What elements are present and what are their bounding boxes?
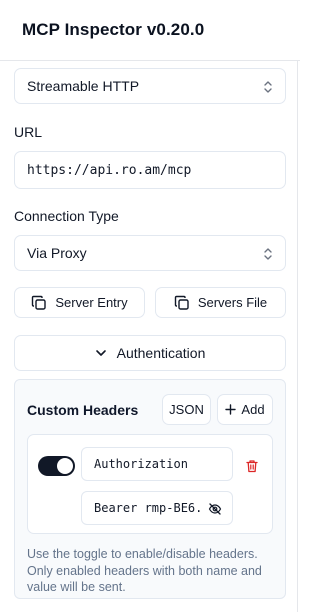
header-value-text: Bearer rmp-BE6. [94, 501, 203, 515]
transport-type-select[interactable]: Streamable HTTP [14, 68, 286, 104]
copy-icon [174, 295, 189, 310]
chevrons-up-down-icon [264, 248, 272, 260]
custom-headers-title: Custom Headers [27, 402, 139, 418]
sidebar-border [297, 61, 298, 612]
header-enabled-toggle[interactable] [38, 456, 75, 476]
add-label: Add [241, 402, 265, 417]
url-value: https://api.ro.am/mcp [27, 162, 192, 178]
copy-icon [32, 295, 47, 310]
header-name-value: Authorization [94, 457, 188, 471]
custom-headers-panel: Custom Headers JSON Add Authorization Be… [14, 379, 286, 599]
eye-off-icon[interactable] [208, 502, 222, 516]
servers-file-label: Servers File [197, 295, 268, 310]
add-header-button[interactable]: Add [217, 394, 273, 425]
trash-icon[interactable] [245, 459, 259, 473]
connection-type-select[interactable]: Via Proxy [14, 235, 286, 271]
transport-type-value: Streamable HTTP [27, 78, 140, 94]
chevron-down-icon [95, 350, 106, 356]
header-name-input[interactable]: Authorization [81, 447, 233, 481]
chevrons-up-down-icon [264, 81, 272, 93]
header-value-input[interactable]: Bearer rmp-BE6. [81, 491, 233, 525]
url-label: URL [14, 124, 43, 140]
json-button[interactable]: JSON [162, 394, 211, 425]
connection-type-value: Via Proxy [27, 245, 87, 261]
url-input[interactable]: https://api.ro.am/mcp [14, 151, 286, 189]
servers-file-button[interactable]: Servers File [155, 287, 286, 318]
json-label: JSON [169, 402, 204, 417]
server-entry-label: Server Entry [55, 295, 128, 310]
plus-icon [225, 404, 237, 415]
header-divider [0, 60, 300, 61]
header-row: Authorization Bearer rmp-BE6. [27, 434, 273, 534]
toggle-knob [57, 458, 73, 474]
app-title: MCP Inspector v0.20.0 [22, 20, 205, 39]
authentication-toggle-button[interactable]: Authentication [14, 335, 286, 371]
custom-headers-help-text: Use the toggle to enable/disable headers… [27, 547, 262, 594]
server-entry-button[interactable]: Server Entry [14, 287, 145, 318]
authentication-label: Authentication [116, 345, 206, 361]
connection-type-label: Connection Type [14, 208, 119, 224]
